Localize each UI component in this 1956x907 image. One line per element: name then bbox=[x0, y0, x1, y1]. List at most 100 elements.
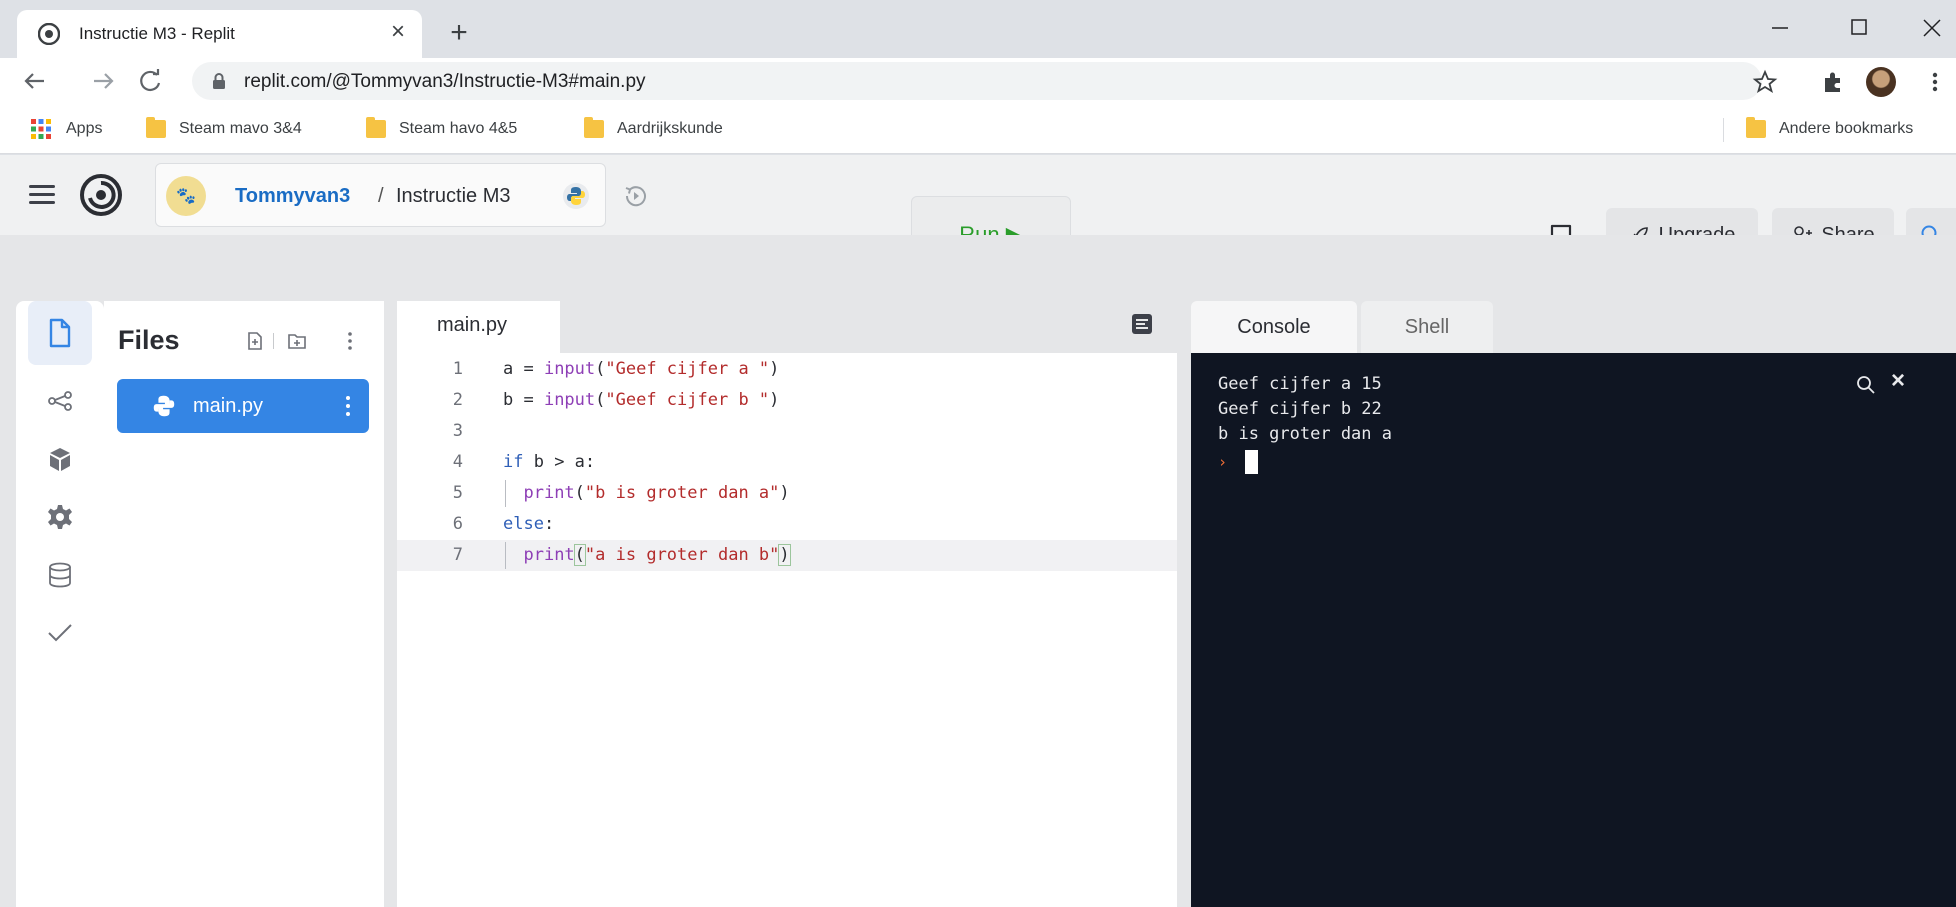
file-item-main-py[interactable]: main.py bbox=[117, 379, 369, 433]
bookmark-folder[interactable]: Steam havo 4&5 bbox=[366, 116, 517, 142]
address-bar[interactable]: replit.com/@Tommyvan3/Instructie-M3#main… bbox=[192, 62, 1762, 100]
code-line: 6 else: bbox=[397, 509, 1177, 540]
reload-icon[interactable] bbox=[134, 65, 166, 97]
unit-tests-tool[interactable] bbox=[28, 601, 92, 665]
code-text: if b > a: bbox=[503, 452, 596, 472]
bookmark-label: Apps bbox=[66, 120, 103, 137]
editor-tab-label: main.py bbox=[437, 314, 508, 336]
browser-tab[interactable]: Instructie M3 - Replit × bbox=[17, 10, 422, 58]
files-tool[interactable] bbox=[28, 301, 92, 365]
folder-icon bbox=[584, 117, 604, 138]
repl-owner-link[interactable]: Tommyvan3 bbox=[235, 185, 350, 208]
bookmark-folder[interactable]: Aardrijkskunde bbox=[584, 116, 723, 142]
folder-icon bbox=[366, 117, 386, 138]
folder-icon bbox=[1746, 117, 1766, 138]
gear-icon bbox=[48, 505, 72, 529]
repl-name[interactable]: Instructie M3 bbox=[396, 185, 510, 208]
settings-tool[interactable] bbox=[28, 485, 92, 549]
python-language-icon bbox=[563, 183, 589, 209]
user-avatar[interactable]: 🐾 bbox=[166, 176, 206, 216]
version-control-tool[interactable] bbox=[28, 369, 92, 433]
clear-console-icon[interactable]: × bbox=[1891, 367, 1905, 395]
extensions-puzzle-icon[interactable] bbox=[1818, 67, 1848, 97]
console-output: Geef cijfer a 15 Geef cijfer b 22 b is g… bbox=[1218, 374, 1392, 444]
tab-shell[interactable]: Shell bbox=[1361, 301, 1493, 353]
code-text: print("a is groter dan b") bbox=[523, 544, 791, 566]
bookmark-label: Aardrijkskunde bbox=[617, 120, 723, 137]
bookmark-folder[interactable]: Steam mavo 3&4 bbox=[146, 116, 302, 142]
url-host: replit.com bbox=[244, 71, 327, 92]
window-close-icon[interactable] bbox=[1912, 8, 1952, 48]
bookmark-star-icon[interactable] bbox=[1750, 67, 1780, 97]
minimize-icon[interactable] bbox=[1760, 8, 1800, 48]
line-number: 6 bbox=[452, 514, 463, 534]
packages-tool[interactable] bbox=[28, 427, 92, 491]
back-icon[interactable] bbox=[18, 65, 50, 97]
maximize-icon[interactable] bbox=[1838, 8, 1878, 48]
line-number: 4 bbox=[452, 452, 463, 472]
code-line: 5 print("b is groter dan a") bbox=[397, 478, 1177, 509]
bookmark-separator bbox=[1723, 118, 1724, 142]
hamburger-menu-icon[interactable] bbox=[29, 185, 55, 205]
add-folder-icon[interactable] bbox=[286, 330, 308, 352]
editor-tabbar bbox=[560, 301, 1177, 353]
code-text: b = input("Geef cijfer b ") bbox=[503, 390, 780, 410]
code-line-active: 7 print("a is groter dan b") bbox=[397, 540, 1177, 571]
browser-tab-strip: Instructie M3 - Replit × + bbox=[0, 0, 1956, 58]
package-cube-icon bbox=[50, 448, 70, 471]
apps-grid-icon bbox=[31, 119, 51, 139]
line-number: 1 bbox=[452, 359, 463, 379]
folder-icon bbox=[146, 117, 166, 138]
checkmark-icon bbox=[48, 624, 72, 642]
code-line: 1 a = input("Geef cijfer a ") bbox=[397, 354, 1177, 385]
tool-rail bbox=[16, 301, 104, 907]
action-divider bbox=[273, 333, 274, 349]
format-code-icon[interactable] bbox=[1131, 313, 1153, 335]
code-text: a = input("Geef cijfer a ") bbox=[503, 359, 780, 379]
lock-icon bbox=[213, 73, 225, 89]
file-name: main.py bbox=[193, 395, 264, 417]
python-file-icon bbox=[153, 395, 175, 417]
bookmark-apps[interactable]: Apps bbox=[30, 116, 102, 142]
files-title: Files bbox=[118, 325, 180, 355]
add-file-icon[interactable] bbox=[244, 330, 266, 352]
console-search-icon[interactable] bbox=[1855, 374, 1877, 396]
line-number: 2 bbox=[452, 390, 463, 410]
new-tab-icon[interactable]: + bbox=[444, 18, 474, 48]
share-nodes-icon bbox=[48, 391, 72, 411]
code-line: 4 if b > a: bbox=[397, 447, 1177, 478]
replit-favicon-icon bbox=[38, 23, 60, 45]
line-number: 3 bbox=[452, 421, 463, 441]
forward-icon[interactable] bbox=[88, 65, 120, 97]
code-text: else: bbox=[503, 514, 555, 534]
history-icon[interactable] bbox=[621, 181, 651, 211]
tab-shell-label: Shell bbox=[1404, 315, 1450, 338]
files-more-icon[interactable] bbox=[339, 330, 361, 352]
line-number: 7 bbox=[452, 545, 463, 565]
code-line: 2 b = input("Geef cijfer b ") bbox=[397, 385, 1177, 416]
file-menu-icon[interactable] bbox=[345, 394, 351, 418]
code-editor[interactable]: 1 a = input("Geef cijfer a ") 2 b = input(… bbox=[397, 354, 1177, 571]
chrome-menu-icon[interactable] bbox=[1920, 67, 1950, 97]
console-output-area[interactable]: Geef cijfer a 15 Geef cijfer b 22 b is g… bbox=[1191, 353, 1956, 907]
path-separator: / bbox=[378, 185, 384, 207]
repl-info[interactable]: 🐾 Tommyvan3 / Instructie M3 bbox=[155, 163, 606, 227]
browser-toolbar: replit.com/@Tommyvan3/Instructie-M3#main… bbox=[0, 58, 1956, 104]
file-icon bbox=[49, 318, 71, 348]
profile-avatar[interactable] bbox=[1866, 67, 1896, 97]
database-tool[interactable] bbox=[28, 543, 92, 607]
code-line: 3 bbox=[397, 416, 1177, 447]
bookmark-label: Steam mavo 3&4 bbox=[179, 120, 302, 137]
tab-console[interactable]: Console bbox=[1191, 301, 1357, 353]
other-bookmarks-label: Andere bookmarks bbox=[1779, 120, 1914, 137]
tab-console-label: Console bbox=[1237, 315, 1311, 338]
other-bookmarks[interactable]: Andere bookmarks bbox=[1746, 116, 1913, 142]
editor-tab-main-py[interactable]: main.py bbox=[397, 301, 560, 353]
replit-logo-icon[interactable] bbox=[80, 174, 122, 216]
tab-close-icon[interactable]: × bbox=[383, 18, 413, 46]
bookmark-label: Steam havo 4&5 bbox=[399, 120, 518, 137]
tab-title: Instructie M3 - Replit bbox=[79, 24, 235, 43]
console-prompt-icon: › bbox=[1218, 453, 1228, 471]
database-icon bbox=[49, 562, 71, 588]
bookmarks-bar: Apps Steam mavo 3&4 Steam havo 4&5 Aardr… bbox=[0, 104, 1956, 154]
